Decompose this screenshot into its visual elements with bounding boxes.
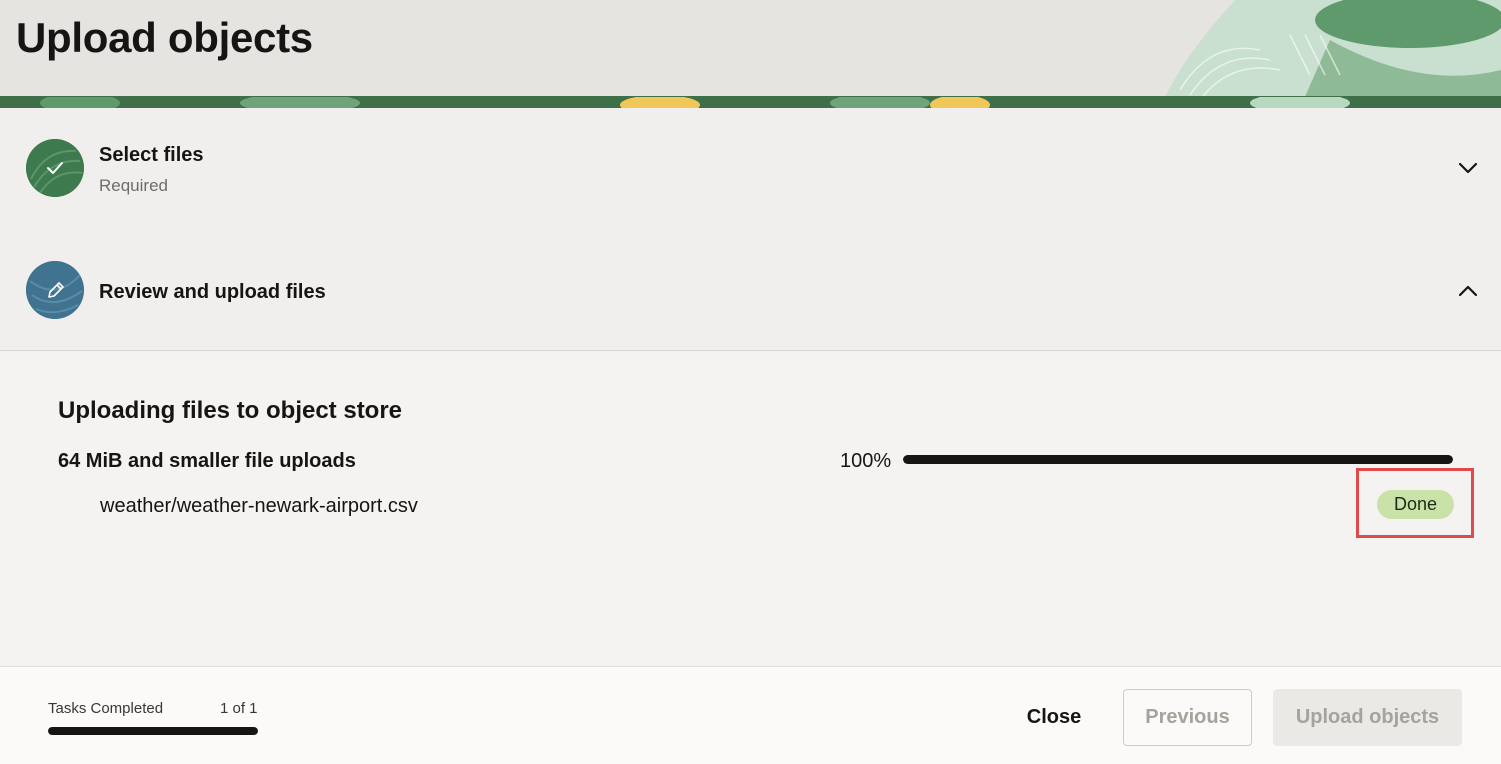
close-button[interactable]: Close	[1005, 689, 1103, 746]
tasks-progress-fill	[48, 727, 258, 735]
pencil-icon	[26, 261, 84, 319]
page-header: Upload objects	[0, 0, 1501, 108]
status-badge: Done	[1377, 490, 1454, 519]
upload-panel: Uploading files to object store 64 MiB a…	[0, 351, 1501, 666]
upload-group-label: 64 MiB and smaller file uploads	[58, 450, 356, 472]
previous-button[interactable]: Previous	[1123, 689, 1252, 746]
upload-progress-bar	[903, 455, 1453, 464]
step-complete-icon	[26, 139, 84, 197]
step-title: Select files	[99, 144, 204, 166]
page-title: Upload objects	[16, 14, 313, 61]
wizard-footer: Tasks Completed 1 of 1 Close Previous Up…	[0, 666, 1501, 764]
upload-objects-button[interactable]: Upload objects	[1273, 689, 1462, 746]
tasks-label: Tasks Completed	[48, 700, 164, 717]
step-review-upload[interactable]: Review and upload files	[0, 229, 1501, 351]
tasks-count: 1 of 1	[220, 700, 258, 717]
step-select-files[interactable]: Select files Required	[0, 108, 1501, 230]
step-current-icon	[26, 261, 84, 319]
expand-step-button[interactable]	[1455, 155, 1481, 181]
chevron-down-icon	[1458, 162, 1478, 174]
collapse-step-button[interactable]	[1455, 278, 1481, 304]
tasks-progress-bar	[48, 727, 258, 735]
step-title: Review and upload files	[99, 281, 326, 303]
file-name: weather/weather-newark-airport.csv	[100, 495, 418, 517]
chevron-up-icon	[1458, 285, 1478, 297]
band-pattern	[0, 93, 1501, 108]
header-band	[0, 93, 1501, 108]
progress-percent: 100%	[840, 450, 892, 472]
check-icon	[26, 139, 84, 197]
upload-progress-fill	[903, 455, 1453, 464]
step-subtitle: Required	[99, 176, 168, 195]
section-title: Uploading files to object store	[58, 397, 403, 424]
